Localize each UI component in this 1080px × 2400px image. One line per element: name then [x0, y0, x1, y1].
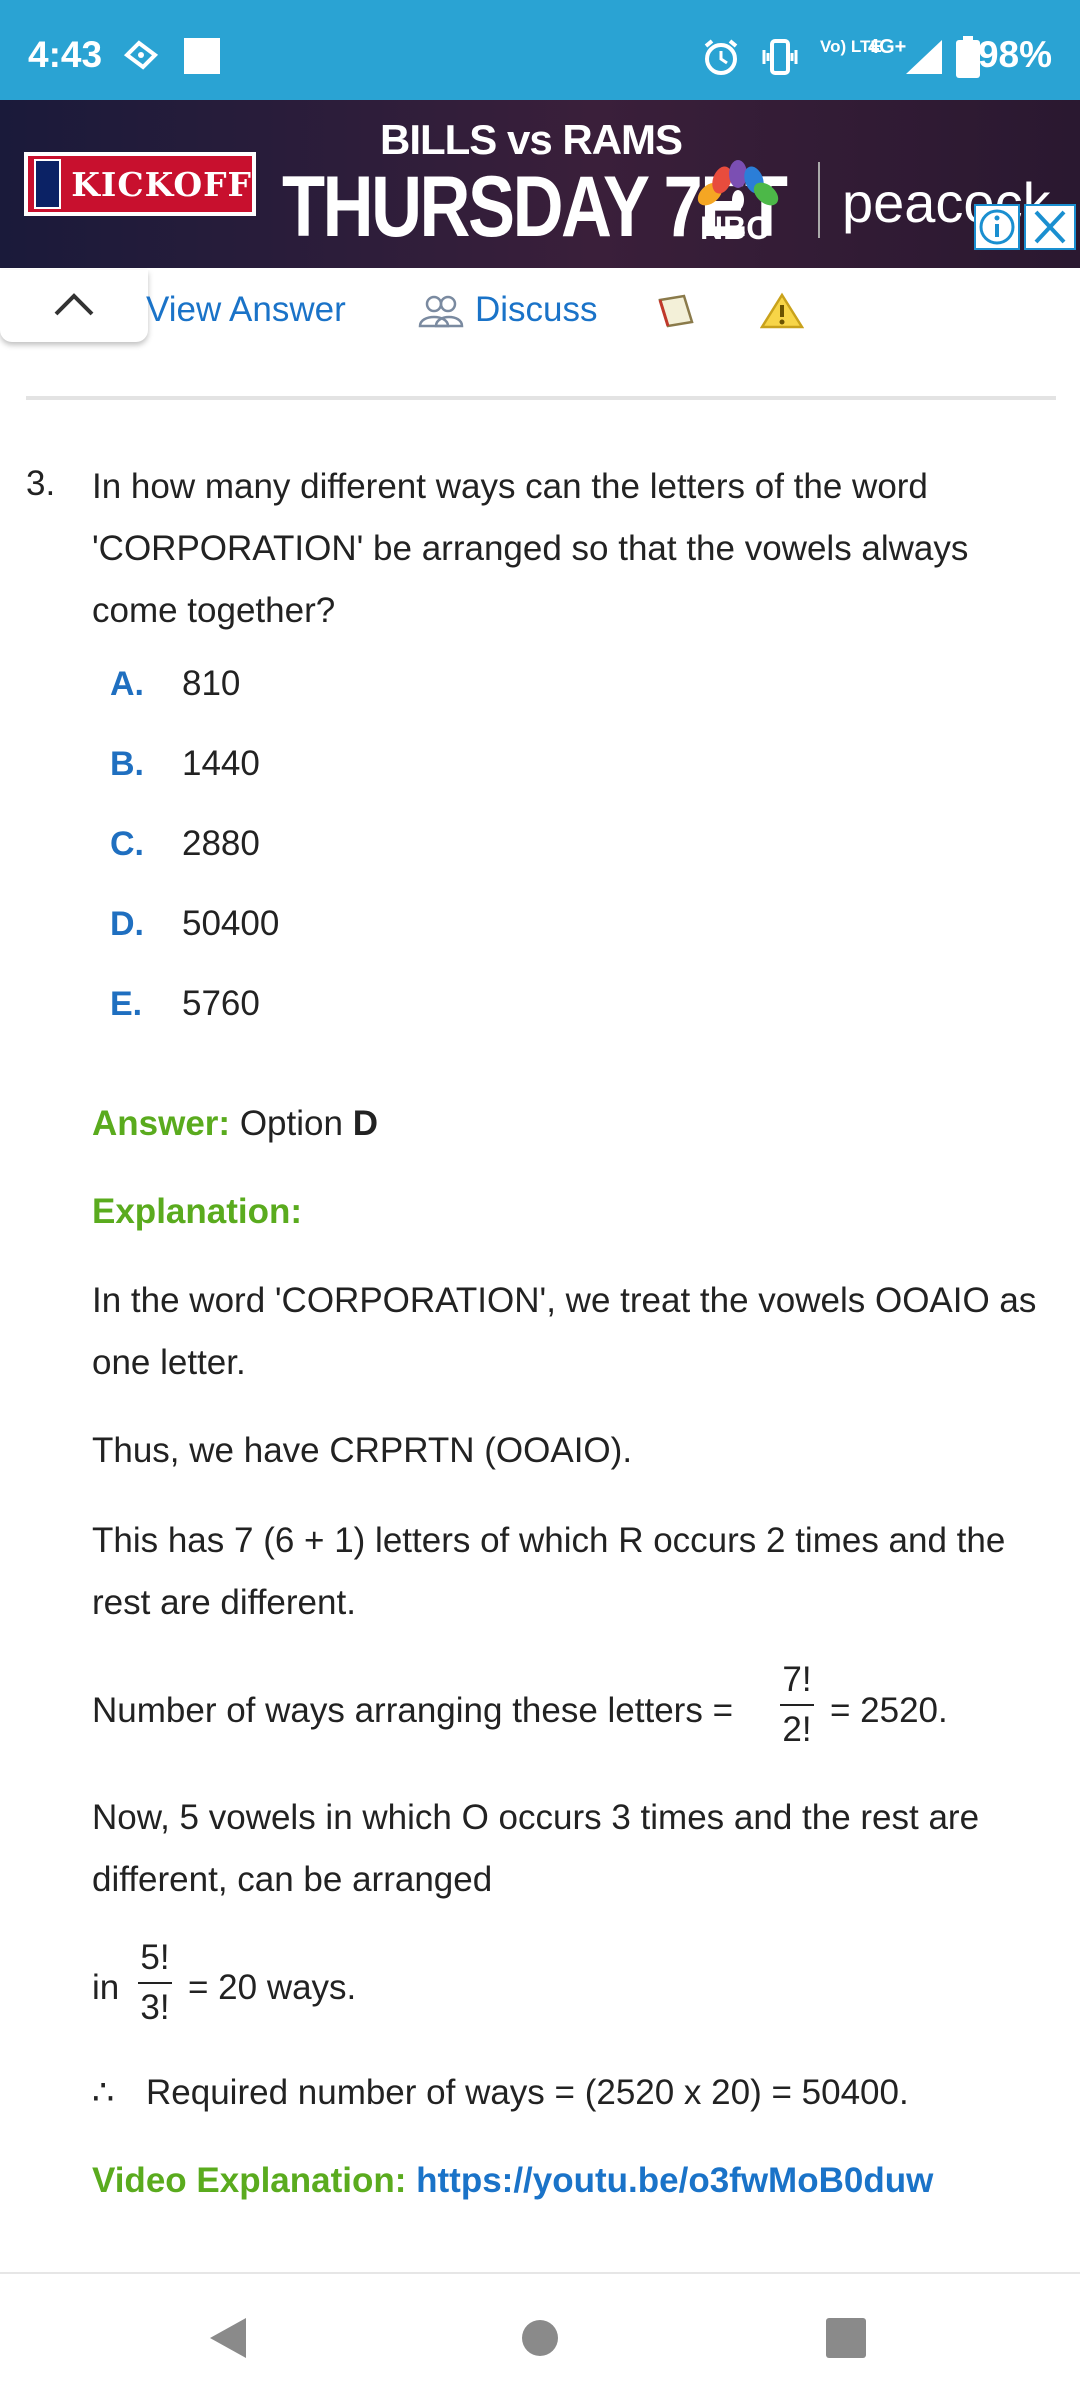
collapse-button[interactable]	[0, 270, 148, 342]
fraction-bar	[780, 1704, 814, 1706]
ad-kickoff-text: KICKOFF	[71, 164, 252, 204]
option-a-letter[interactable]: A.	[110, 665, 144, 704]
status-time: 4:43	[28, 34, 103, 75]
ad-nbc-text: NBC	[700, 210, 770, 246]
therefore-symbol: ∴	[92, 2073, 115, 2112]
fraction-5-over-3: 5! 3!	[138, 1938, 172, 2028]
option-b-letter[interactable]: B.	[110, 745, 144, 784]
chevron-up-icon	[52, 290, 96, 323]
fraction-denominator: 2!	[782, 1710, 812, 1749]
question-number: 3.	[26, 464, 56, 503]
notebook-icon[interactable]	[654, 292, 698, 335]
view-answer-link[interactable]: View Answer	[146, 290, 346, 330]
home-icon[interactable]	[520, 2318, 560, 2363]
explanation-p4-result: = 2520.	[830, 1691, 948, 1730]
section-divider	[26, 396, 1056, 400]
option-b-value[interactable]: 1440	[182, 744, 260, 784]
explanation-label: Explanation:	[92, 1192, 303, 1231]
explanation-paragraph-5: Now, 5 vowels in which O occurs 3 times …	[92, 1798, 980, 1899]
fraction-bar	[138, 1982, 172, 1984]
ad-matchup: BILLS vs RAMS	[380, 116, 683, 163]
status-bar: 4:43 Vo) LTE 4G+ 98%	[0, 0, 1080, 100]
option-d-value[interactable]: 50400	[182, 904, 279, 944]
explanation-p4-prefix: Number of ways arranging these letters =	[92, 1691, 734, 1730]
explanation-paragraph-7: Required number of ways = (2520 x 20) = …	[146, 2073, 909, 2112]
answer-line: Answer: Option D	[92, 1104, 378, 1144]
option-e-letter[interactable]: E.	[110, 985, 142, 1024]
fraction-7-over-2: 7! 2!	[780, 1660, 814, 1750]
option-e-value[interactable]: 5760	[182, 984, 260, 1024]
ad-banner[interactable]: KICKOFF BILLS vs RAMS THURSDAY 7ET NBC p…	[0, 100, 1080, 268]
fraction-numerator: 5!	[140, 1938, 170, 1977]
explanation-paragraph-2: Thus, we have CRPRTN (OOAIO).	[92, 1431, 633, 1470]
fraction-denominator: 3!	[140, 1988, 170, 2027]
discuss-people-icon	[418, 294, 464, 333]
square-icon	[184, 38, 220, 79]
battery-icon	[956, 36, 980, 83]
explanation-paragraph-1: In the word 'CORPORATION', we treat the …	[92, 1281, 1037, 1382]
ad-kickoff-badge: KICKOFF	[24, 152, 256, 216]
option-c-letter[interactable]: C.	[110, 825, 144, 864]
recents-icon[interactable]	[826, 2318, 866, 2363]
discuss-link[interactable]: Discuss	[475, 290, 598, 330]
ad-info-icon[interactable]	[974, 204, 1020, 250]
back-icon[interactable]	[206, 2314, 250, 2367]
alarm-icon	[702, 38, 740, 81]
answer-prefix: Option	[239, 1104, 343, 1143]
vibrate-icon	[760, 38, 800, 81]
nfl-shield-icon	[34, 159, 62, 209]
fraction-numerator: 7!	[782, 1660, 812, 1699]
ad-close-icon[interactable]	[1024, 204, 1076, 250]
network-type: 4G+	[868, 36, 907, 58]
video-explanation-label: Video Explanation:	[92, 2161, 407, 2200]
option-a-value[interactable]: 810	[182, 664, 240, 704]
option-d-letter[interactable]: D.	[110, 905, 144, 944]
answer-label: Answer:	[92, 1104, 231, 1143]
explanation-p6-result: = 20 ways.	[188, 1968, 357, 2007]
signal-icon	[906, 40, 942, 79]
video-explanation-line: Video Explanation: https://youtu.be/o3fw…	[92, 2150, 1062, 2212]
battery-percent: 98%	[977, 34, 1052, 75]
video-link[interactable]: https://youtu.be/o3fwMoB0duw	[416, 2161, 933, 2200]
ad-divider	[818, 162, 820, 238]
report-warning-icon[interactable]	[759, 292, 805, 335]
question-text: In how many different ways can the lette…	[92, 467, 969, 630]
explanation-p6-prefix: in	[92, 1968, 120, 2007]
gmail-icon	[123, 40, 159, 75]
navigation-bar	[0, 2272, 1080, 2400]
answer-option: D	[352, 1104, 378, 1143]
option-c-value[interactable]: 2880	[182, 824, 260, 864]
explanation-paragraph-3: This has 7 (6 + 1) letters of which R oc…	[92, 1521, 1006, 1622]
